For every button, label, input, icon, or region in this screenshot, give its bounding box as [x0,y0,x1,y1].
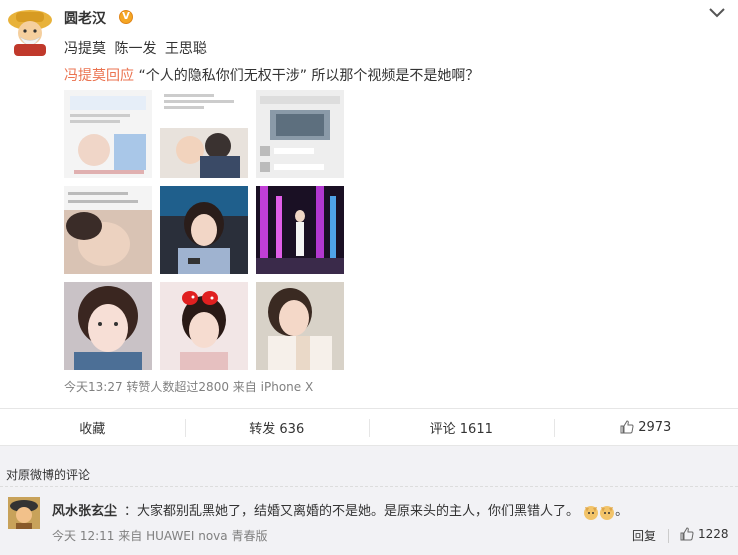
commenter-avatar[interactable] [8,497,40,529]
post-meta-text: 转赞人数超过2800 [126,380,229,394]
image-thumb-3[interactable] [256,90,344,178]
comment-button[interactable]: 评论 1611 [369,409,554,445]
comment-meta: 今天 12:11 来自 HUAWEI nova 青春版 [52,527,267,544]
repost-link[interactable]: 冯提莫回应 [64,68,134,84]
post-source[interactable]: iPhone X [261,380,314,394]
like-button[interactable]: 2973 [553,409,738,445]
verified-badge-icon: V [119,10,133,24]
reply-button[interactable]: 回复 [632,527,656,544]
doge-emoji-icon [584,505,599,520]
divider [668,529,669,543]
repost-button[interactable]: 转发 636 [184,409,370,445]
comment-like-button[interactable]: 1228 [680,527,729,541]
comment-text: ：大家都别乱黑她了，结婚又离婚的不是她。是原来头的主人，你们黑错人了。 。 [124,504,629,520]
thumbs-up-icon [620,420,634,434]
post-body: “个人的隐私你们无权干涉” 所以那个视频是不是她啊？ [138,68,480,84]
comment-source-label: 来自 [118,529,143,543]
action-bar: 收藏 转发 636 评论 1611 2973 [0,408,738,446]
image-grid [64,90,344,370]
mention-tag[interactable]: 冯提莫 [64,41,106,57]
post-timestamp[interactable]: 今天13:27 [64,380,123,394]
mention-tag[interactable]: 王思聪 [165,41,207,57]
chevron-down-icon[interactable] [708,6,726,20]
image-thumb-9[interactable] [256,282,344,370]
comments-section: 对原微博的评论 风水张玄尘 ：大家都别乱黑她了，结婚又离婚的不是她。是原来头的主… [0,446,738,555]
post-text: 冯提莫回应 “个人的隐私你们无权干涉” 所以那个视频是不是她啊？ [64,65,479,85]
comments-title: 对原微博的评论 [6,468,91,482]
post-meta: 今天13:27 转赞人数超过2800 来自 iPhone X [64,378,313,395]
thumbs-up-icon [680,527,694,541]
image-thumb-2[interactable] [160,90,248,178]
image-thumb-1[interactable] [64,90,152,178]
username[interactable]: 圆老汉 [64,8,106,28]
doge-emoji-icon [600,505,615,520]
source-label: 来自 [232,380,257,394]
mention-tag[interactable]: 陈一发 [114,41,156,57]
commenter-name[interactable]: 风水张玄尘 [52,500,117,519]
favorite-button[interactable]: 收藏 [0,409,185,445]
comment-source: HUAWEI nova 青春版 [146,529,268,543]
comment-item: 风水张玄尘 ：大家都别乱黑她了，结婚又离婚的不是她。是原来头的主人，你们黑错人了… [0,486,738,555]
mentions: 冯提莫 陈一发 王思聪 [64,38,211,58]
comment-time: 今天 12:11 [52,529,115,543]
image-thumb-4[interactable] [64,186,152,274]
image-thumb-6[interactable] [256,186,344,274]
image-thumb-7[interactable] [64,282,152,370]
user-avatar[interactable] [6,6,54,56]
image-thumb-5[interactable] [160,186,248,274]
image-thumb-8[interactable] [160,282,248,370]
weibo-post: 圆老汉 V 冯提莫 陈一发 王思聪 冯提莫回应 “个人的隐私你们无权干涉” 所以… [0,0,738,408]
